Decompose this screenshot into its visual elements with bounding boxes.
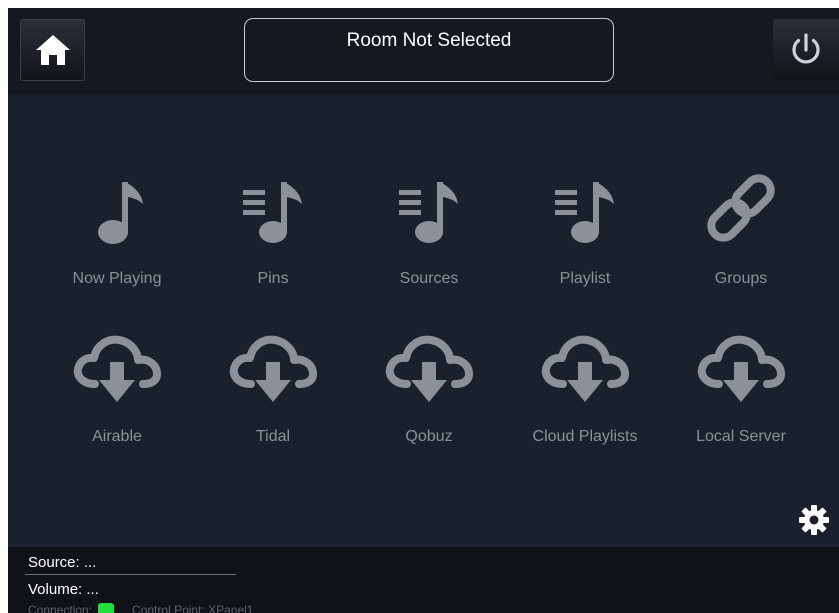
tile-cloud-playlists[interactable]: Cloud Playlists: [510, 316, 660, 451]
tile-label: Tidal: [255, 428, 291, 445]
connection-label: Connection:: [28, 603, 93, 613]
home-icon: [35, 35, 70, 65]
connection-status: Connection: Control Point: XPanel1: [28, 603, 253, 613]
home-button[interactable]: [20, 19, 85, 81]
status-footer: Source: ... Volume: ... Connection: Cont…: [8, 547, 839, 613]
tile-now-playing[interactable]: Now Playing: [42, 158, 192, 293]
room-selector[interactable]: Room Not Selected: [244, 18, 614, 82]
gear-icon: [799, 505, 829, 535]
room-status-text: Room Not Selected: [346, 30, 512, 51]
power-button[interactable]: [773, 19, 839, 81]
tile-playlist[interactable]: Playlist: [510, 158, 660, 293]
cloud-download-icon: [541, 335, 629, 402]
tile-label: Local Server: [696, 428, 786, 445]
tile-local-server[interactable]: Local Server: [666, 316, 816, 451]
settings-button[interactable]: [796, 502, 832, 538]
app-screen: Room Not Selected Now Playing Pins Sourc…: [8, 8, 839, 613]
music-list-icon: [399, 182, 458, 243]
tile-airable[interactable]: Airable: [42, 316, 192, 451]
tile-label: Qobuz: [405, 428, 453, 445]
cloud-download-icon: [229, 335, 317, 402]
connection-indicator: [98, 603, 115, 613]
tile-label: Now Playing: [72, 270, 162, 287]
tile-label: Sources: [399, 270, 459, 287]
tile-label: Pins: [257, 270, 289, 287]
top-bar: Room Not Selected: [8, 8, 839, 95]
source-status: Source: ...: [28, 554, 97, 571]
music-list-icon: [243, 182, 302, 243]
tile-sources[interactable]: Sources: [354, 158, 504, 293]
tile-label: Cloud Playlists: [532, 428, 638, 445]
tile-label: Playlist: [559, 270, 611, 287]
cloud-download-icon: [385, 335, 473, 402]
link-icon: [707, 174, 775, 242]
cloud-download-icon: [697, 335, 785, 402]
music-list-icon: [555, 182, 614, 243]
volume-status: Volume: ...: [28, 581, 99, 598]
tile-tidal[interactable]: Tidal: [198, 316, 348, 451]
power-icon: [792, 33, 820, 64]
tile-label: Groups: [714, 270, 768, 287]
tile-label: Airable: [92, 428, 142, 445]
control-point-label: Control Point: XPanel1: [132, 603, 254, 613]
tile-qobuz[interactable]: Qobuz: [354, 316, 504, 451]
tile-pins[interactable]: Pins: [198, 158, 348, 293]
tile-groups[interactable]: Groups: [666, 158, 816, 293]
divider: [25, 574, 236, 575]
music-note-icon: [98, 182, 143, 244]
cloud-download-icon: [73, 335, 161, 402]
